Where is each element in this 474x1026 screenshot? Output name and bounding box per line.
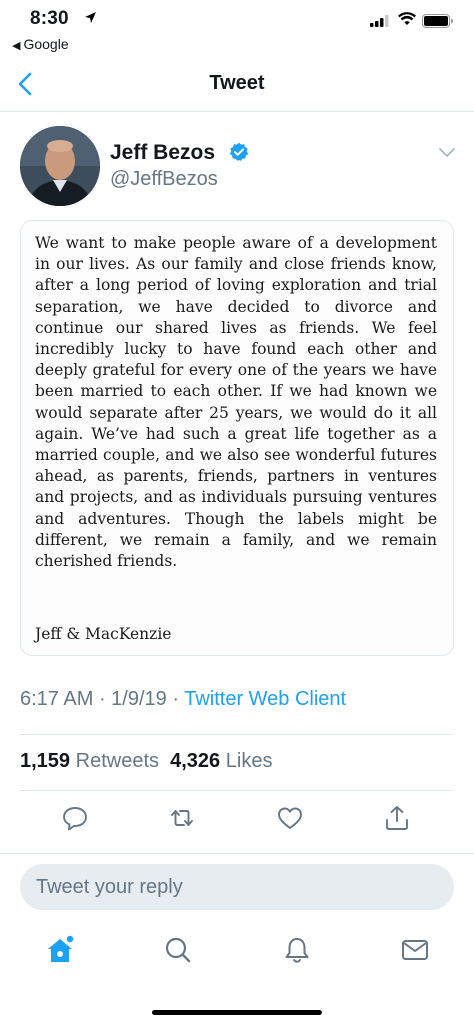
author-handle[interactable]: @JeffBezos: [110, 168, 218, 191]
author-name[interactable]: Jeff Bezos: [110, 141, 215, 165]
wifi-icon: [398, 12, 416, 31]
back-triangle-icon: ◀: [12, 40, 21, 52]
retweets-label[interactable]: Retweets: [76, 750, 159, 772]
reply-input[interactable]: [20, 864, 454, 910]
back-to-app-link[interactable]: ◀ Google: [12, 36, 69, 52]
retweets-count[interactable]: 1,159: [20, 750, 70, 772]
tweet-stats: 1,159 Retweets 4,326 Likes: [20, 750, 272, 773]
avatar[interactable]: [20, 126, 100, 206]
divider: [0, 853, 474, 854]
messages-icon[interactable]: [399, 934, 431, 966]
tweet-image[interactable]: We want to make people aware of a develo…: [20, 220, 454, 656]
notifications-icon[interactable]: [281, 934, 313, 966]
reply-icon[interactable]: [61, 804, 89, 832]
tweet-timestamp: 6:17 AM · 1/9/19 · Twitter Web Client: [20, 688, 347, 710]
home-icon[interactable]: [44, 934, 76, 966]
divider: [20, 790, 454, 791]
page-title: Tweet: [209, 72, 265, 94]
chevron-down-icon[interactable]: [438, 146, 456, 164]
status-bar: 8:30 ◀ Google: [0, 0, 474, 56]
tweet-time: 6:17 AM: [20, 688, 94, 710]
likes-label[interactable]: Likes: [226, 750, 273, 772]
share-icon[interactable]: [383, 804, 411, 832]
verified-badge-icon: [229, 142, 249, 167]
statement-text: We want to make people aware of a develo…: [35, 234, 437, 571]
tweet-client-link[interactable]: Twitter Web Client: [184, 688, 346, 710]
likes-count[interactable]: 4,326: [170, 750, 220, 772]
like-icon[interactable]: [276, 804, 304, 832]
retweet-icon[interactable]: [168, 804, 196, 832]
location-arrow-icon: [84, 11, 97, 29]
battery-icon: [422, 14, 454, 33]
statement-signoff: Jeff & MacKenzie: [35, 625, 172, 643]
tweet-date: 1/9/19: [111, 688, 167, 710]
divider: [20, 734, 454, 735]
signal-icon: [370, 14, 390, 32]
home-indicator: [152, 1010, 322, 1015]
search-icon[interactable]: [162, 934, 194, 966]
back-app-label: Google: [23, 36, 69, 52]
status-time: 8:30: [30, 8, 69, 29]
nav-bar: Tweet: [0, 56, 474, 112]
